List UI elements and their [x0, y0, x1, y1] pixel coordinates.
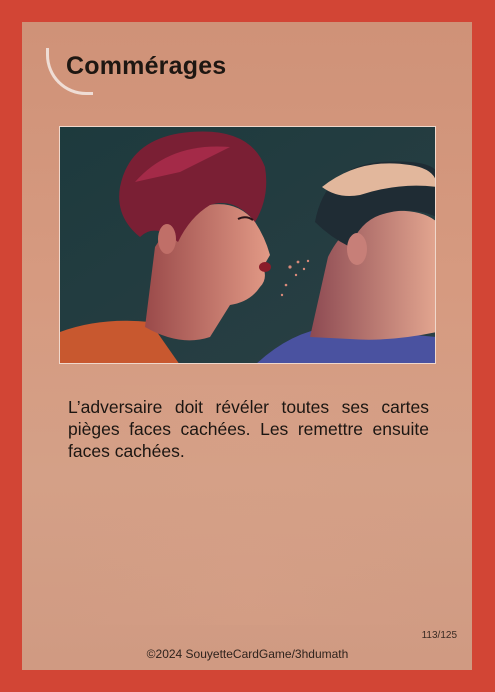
whispering-people-illustration: [60, 127, 435, 363]
game-card[interactable]: Commérages L’adversaire doit révéler tou…: [0, 0, 495, 692]
card-illustration: [59, 126, 436, 364]
card-number: 113/125: [421, 630, 457, 641]
card-effect-text: L’adversaire doit révéler toutes ses car…: [68, 397, 429, 461]
copyright-text: ©2024 SouyetteCardGame/3hdumath: [146, 647, 349, 661]
card-title: Commérages: [66, 52, 227, 80]
